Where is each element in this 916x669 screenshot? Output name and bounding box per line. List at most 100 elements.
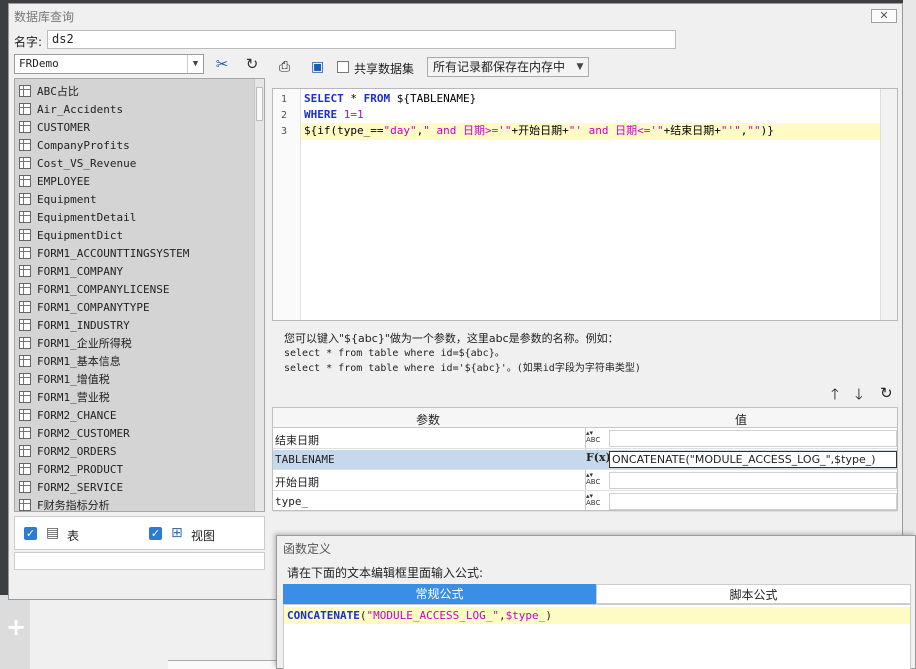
param-name: 开始日期 (275, 476, 319, 489)
table-icon (19, 409, 31, 421)
table-icon (19, 427, 31, 439)
table-list-scrollbar[interactable] (254, 79, 264, 511)
memory-mode-value: 所有记录都保存在内存中 (433, 60, 566, 74)
table-name: FORM1_COMPANYLICENSE (37, 282, 170, 296)
param-name: type_ (275, 495, 309, 508)
line-number: 2 (281, 110, 288, 121)
list-item[interactable]: FORM1_INDUSTRY (15, 316, 130, 334)
refresh-icon[interactable]: ↻ (241, 54, 263, 74)
scrollbar-thumb[interactable] (256, 87, 263, 121)
table-name: FORM2_SERVICE (37, 480, 124, 494)
sql-number: 1=1 (337, 108, 364, 121)
formula-text: ) (545, 609, 552, 622)
list-item[interactable]: EquipmentDict (15, 226, 123, 244)
list-item[interactable]: FORM1_COMPANYLICENSE (15, 280, 169, 298)
list-item[interactable]: FORM1_增值税 (15, 370, 110, 388)
list-item[interactable]: FORM2_PRODUCT (15, 460, 123, 478)
share-dataset-checkbox[interactable] (337, 61, 349, 73)
param-value-input[interactable] (609, 493, 897, 510)
table-icon (19, 157, 31, 169)
list-item[interactable]: FORM1_基本信息 (15, 352, 121, 370)
preview-icon[interactable]: ⎙ (279, 57, 290, 77)
table-icon (19, 463, 31, 475)
parameter-table: 参数 值 结束日期 ▴▾ ABC TABLENAME F(x) ONCATENAT… (272, 407, 898, 512)
list-item[interactable]: Cost_VS_Revenue (15, 154, 136, 172)
editor-scrollbar[interactable] (880, 89, 897, 320)
text-type-icon[interactable]: ▴▾ ABC (586, 472, 606, 490)
move-down-icon[interactable]: 🡓 (855, 384, 863, 409)
formula-line: CONCATENATE("MODULE_ACCESS_LOG_",$type_) (284, 607, 910, 624)
table-name: FORM1_增值税 (37, 373, 110, 386)
line-number: 1 (281, 94, 288, 105)
list-item[interactable]: EquipmentDetail (15, 208, 136, 226)
table-name: FORM2_CUSTOMER (37, 426, 130, 440)
list-item[interactable]: FORM1_COMPANY (15, 262, 123, 280)
list-item[interactable]: FORM2_CUSTOMER (15, 424, 130, 442)
table-icon (19, 499, 31, 511)
list-item[interactable]: Air_Accidents (15, 100, 123, 118)
view-icon: ⊞ (171, 525, 183, 541)
text-type-icon[interactable]: ▴▾ ABC (586, 493, 606, 511)
table-icon (19, 319, 31, 331)
formula-editor[interactable]: CONCATENATE("MODULE_ACCESS_LOG_",$type_) (283, 604, 911, 669)
list-item[interactable]: CompanyProfits (15, 136, 130, 154)
table-name: FORM2_PRODUCT (37, 462, 124, 476)
table-row[interactable]: type_ ▴▾ ABC (273, 492, 897, 512)
text-type-icon[interactable]: ▴▾ ABC (586, 430, 606, 448)
table-row[interactable]: 开始日期 ▴▾ ABC (273, 471, 897, 491)
list-item[interactable]: EMPLOYEE (15, 172, 90, 190)
list-item[interactable]: ABC占比 (15, 82, 79, 100)
name-input[interactable]: ds2 (47, 30, 676, 49)
list-item[interactable]: FORM2_CHANCE (15, 406, 116, 424)
close-button[interactable]: ✕ (871, 9, 897, 23)
list-item[interactable]: FORM1_营业税 (15, 388, 110, 406)
tab-script-formula[interactable]: 脚本公式 (596, 584, 911, 604)
list-item[interactable]: FORM1_企业所得税 (15, 334, 132, 352)
table-row[interactable]: 结束日期 ▴▾ ABC (273, 429, 897, 449)
table-name: Air_Accidents (37, 102, 124, 116)
table-icon (19, 391, 31, 403)
memory-mode-select[interactable]: 所有记录都保存在内存中 ▼ (427, 57, 589, 77)
table-icon (19, 481, 31, 493)
tab-regular-formula[interactable]: 常规公式 (283, 584, 596, 604)
list-item[interactable]: FORM2_ORDERS (15, 442, 116, 460)
sql-string: "'" (720, 124, 741, 137)
view-checkbox[interactable]: ✓ (149, 527, 162, 540)
table-name: FORM1_COMPANYTYPE (37, 300, 150, 314)
table-name: FORM1_ACCOUNTTINGSYSTEM (37, 246, 190, 260)
sql-line-1: SELECT * FROM ${TABLENAME} (304, 91, 476, 107)
table-icon (19, 175, 31, 187)
table-icon (19, 355, 31, 367)
sql-editor[interactable]: 1 2 3 SELECT * FROM ${TABLENAME} WHERE 1… (272, 88, 898, 321)
line-number-gutter: 1 2 3 (273, 89, 301, 320)
refresh-params-icon[interactable]: ↻ (880, 384, 893, 402)
param-value-input[interactable] (609, 430, 897, 447)
list-item[interactable]: Equipment (15, 190, 97, 208)
save-icon[interactable]: ▣ (311, 57, 324, 77)
plus-icon[interactable]: + (6, 615, 26, 639)
param-value-input[interactable] (609, 472, 897, 489)
move-up-icon[interactable]: 🡑 (831, 384, 839, 409)
table-row[interactable]: TABLENAME F(x) ONCATENATE("MODULE_ACCESS… (273, 450, 897, 470)
list-item[interactable]: FORM1_COMPANYTYPE (15, 298, 150, 316)
table-checkbox[interactable]: ✓ (24, 527, 37, 540)
sql-line-2: WHERE 1=1 (304, 107, 364, 123)
chevron-down-icon: ▼ (576, 62, 584, 72)
tools-icon[interactable]: ✂ (211, 54, 233, 74)
list-item[interactable]: CUSTOMER (15, 118, 90, 136)
sql-string: "day" (383, 124, 417, 137)
table-icon (19, 337, 31, 349)
table-header: 参数 值 (273, 408, 897, 428)
table-name: Cost_VS_Revenue (37, 156, 137, 170)
sql-text: +结束日期+ (663, 124, 721, 137)
list-item[interactable]: FORM2_SERVICE (15, 478, 123, 496)
function-dialog-title: 函数定义 (283, 542, 332, 556)
datasource-select[interactable]: FRDemo ▼ (14, 54, 204, 74)
formula-icon[interactable]: F(x) (586, 451, 611, 464)
list-item[interactable]: F财务指标分析 (15, 496, 110, 511)
table-name: FORM1_INDUSTRY (37, 318, 130, 332)
list-item[interactable]: FORM1_ACCOUNTTINGSYSTEM (15, 244, 189, 262)
param-value-input[interactable]: ONCATENATE("MODULE_ACCESS_LOG_",$type_) (609, 451, 897, 468)
table-icon (19, 301, 31, 313)
view-filter-label: 视图 (191, 529, 216, 543)
